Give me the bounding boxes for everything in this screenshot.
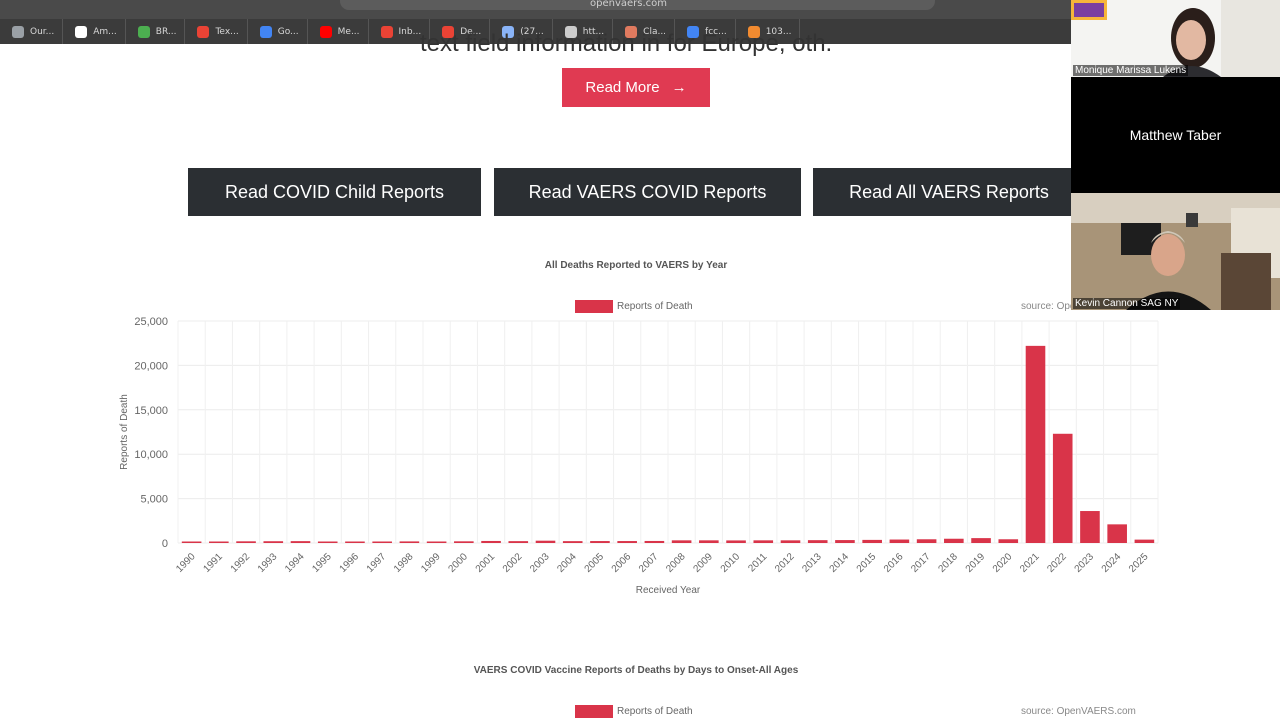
- bar-2022: [1052, 433, 1073, 543]
- x-tick-label: 2013: [800, 551, 824, 575]
- bar-2010: [726, 540, 746, 543]
- bar-1997: [372, 541, 392, 543]
- x-tick-label: 2022: [1045, 551, 1069, 575]
- bar-1994: [290, 541, 311, 543]
- x-tick-label: 2000: [446, 551, 470, 575]
- y-tick-label: 10,000: [134, 449, 168, 461]
- bar-2006: [617, 541, 637, 543]
- bar-2020: [998, 539, 1019, 543]
- bar-1998: [399, 541, 420, 543]
- participant-tile-1[interactable]: Monique Marissa Lukens: [1071, 0, 1280, 77]
- x-tick-label: 1990: [174, 551, 198, 575]
- bar-2000: [454, 541, 474, 543]
- bar-2002: [508, 541, 529, 543]
- x-tick-label: 1995: [310, 551, 334, 575]
- x-axis-title: Received Year: [636, 585, 701, 596]
- x-tick-label: 2019: [964, 551, 988, 575]
- bar-1993: [263, 541, 284, 543]
- legend-label-2: Reports of Death: [617, 706, 693, 717]
- x-tick-label: 2009: [691, 551, 715, 575]
- bar-2025: [1134, 539, 1155, 543]
- x-tick-label: 2018: [936, 551, 960, 575]
- x-tick-label: 1998: [392, 551, 416, 575]
- x-tick-label: 2007: [637, 551, 661, 575]
- x-tick-label: 1999: [419, 551, 443, 575]
- bar-2014: [835, 540, 855, 543]
- bar-2011: [753, 540, 774, 543]
- x-tick-label: 2020: [991, 551, 1015, 575]
- bar-2021: [1025, 345, 1046, 543]
- participant-video-3: [1071, 193, 1280, 310]
- y-tick-label: 25,000: [134, 316, 168, 328]
- bar-2004: [562, 541, 583, 543]
- screen: openvaers.com Our... Am... BR... Tex... Go..…: [0, 0, 1280, 720]
- y-tick-label: 15,000: [134, 405, 168, 417]
- bar-2018: [944, 538, 964, 543]
- x-tick-label: 2012: [773, 551, 797, 575]
- x-tick-label: 2004: [555, 551, 579, 575]
- y-axis-title: Reports of Death: [119, 394, 130, 470]
- bar-2013: [807, 540, 828, 543]
- bar-2007: [644, 540, 665, 543]
- bar-2003: [535, 540, 556, 543]
- legend-swatch-2: [575, 705, 613, 718]
- y-tick-label: 5,000: [140, 494, 168, 506]
- video-participants-panel: Monique Marissa Lukens Matthew Taber Kev…: [1071, 0, 1280, 310]
- chart-source-2: source: OpenVAERS.com: [1021, 706, 1136, 717]
- x-tick-label: 1992: [229, 551, 253, 575]
- bar-2008: [671, 540, 692, 543]
- participant-name-2: Matthew Taber: [1129, 127, 1222, 143]
- x-tick-label: 1997: [365, 551, 389, 575]
- bar-1990: [181, 541, 202, 543]
- y-tick-label: 0: [162, 538, 168, 550]
- bar-2016: [889, 539, 910, 543]
- x-tick-label: 2006: [610, 551, 634, 575]
- bar-2015: [862, 539, 882, 543]
- x-tick-label: 2014: [828, 551, 852, 575]
- bar-2019: [971, 538, 991, 543]
- bar-1992: [236, 541, 256, 543]
- x-tick-label: 2001: [474, 551, 498, 575]
- x-tick-label: 1991: [201, 551, 225, 575]
- x-tick-label: 2010: [719, 551, 743, 575]
- x-tick-label: 1994: [283, 551, 307, 575]
- x-tick-label: 2016: [882, 551, 906, 575]
- bar-1991: [209, 541, 229, 543]
- participant-name-1: Monique Marissa Lukens: [1073, 65, 1189, 76]
- bar-2012: [780, 540, 801, 543]
- bar-2005: [590, 541, 610, 543]
- bar-2009: [699, 540, 719, 543]
- x-tick-label: 1993: [256, 551, 280, 575]
- chart-title-2: VAERS COVID Vaccine Reports of Deaths by…: [473, 665, 799, 676]
- x-tick-label: 1996: [338, 551, 362, 575]
- x-tick-label: 2015: [855, 551, 879, 575]
- x-tick-label: 2003: [528, 551, 552, 575]
- x-tick-label: 2002: [501, 551, 525, 575]
- x-tick-label: 2021: [1018, 551, 1042, 575]
- bar-2023: [1080, 511, 1100, 543]
- bar-1999: [426, 541, 447, 543]
- bar-1996: [345, 541, 365, 543]
- x-tick-label: 2008: [664, 551, 688, 575]
- bar-2017: [916, 539, 937, 543]
- x-tick-label: 2025: [1127, 551, 1151, 575]
- participant-name-3: Kevin Cannon SAG NY: [1073, 298, 1181, 309]
- participant-tile-3[interactable]: Kevin Cannon SAG NY: [1071, 193, 1280, 310]
- y-tick-label: 20,000: [134, 360, 168, 372]
- x-tick-label: 2024: [1100, 551, 1124, 575]
- bar-2001: [481, 540, 501, 543]
- chart-legend-2[interactable]: Reports of Death: [575, 705, 693, 718]
- x-tick-label: 2023: [1073, 551, 1097, 575]
- x-tick-label: 2011: [746, 551, 769, 574]
- bar-1995: [317, 541, 338, 543]
- x-tick-label: 2005: [583, 551, 607, 575]
- participant-tile-2[interactable]: Matthew Taber: [1071, 77, 1280, 193]
- x-tick-label: 2017: [909, 551, 933, 575]
- bar-2024: [1107, 524, 1127, 543]
